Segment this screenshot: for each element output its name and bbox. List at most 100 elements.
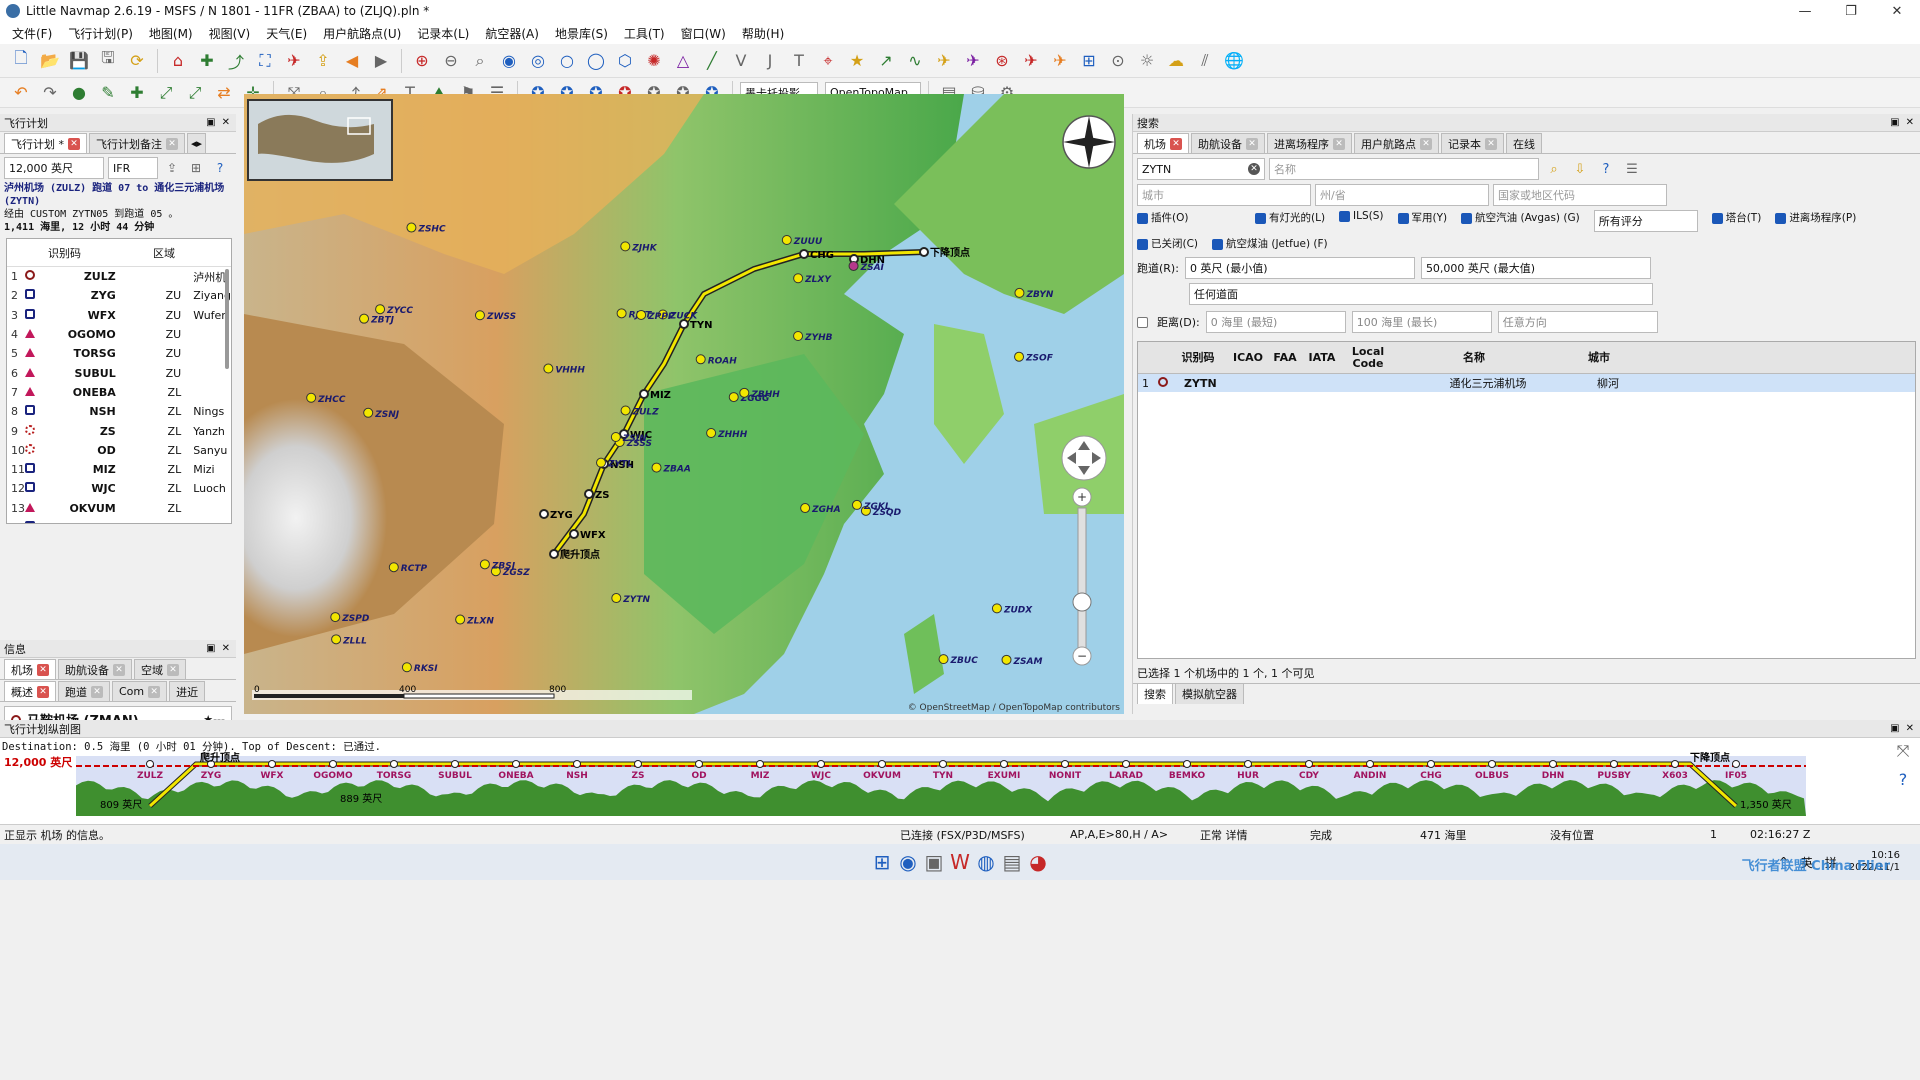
- save-icon[interactable]: 💾: [66, 48, 92, 74]
- tab-navaids[interactable]: 助航设备 ✕: [58, 659, 132, 679]
- profile-waypoint-label[interactable]: PUSBY: [1597, 771, 1631, 781]
- results-col[interactable]: 识别码: [1168, 351, 1228, 364]
- airport-marker[interactable]: [363, 407, 374, 418]
- profile-waypoint-label[interactable]: ZYG: [201, 771, 221, 781]
- checkbox[interactable]: [1339, 210, 1351, 222]
- zoom-handle[interactable]: [1072, 592, 1092, 612]
- close-tab-icon[interactable]: ✕: [148, 685, 161, 698]
- map-canvas[interactable]: 下降顶点爬升顶点CHGTYNWJCMIZNSHZSWFXZYGDHN ZBAAZ…: [244, 94, 1124, 714]
- tab-overview[interactable]: 概述 ✕: [4, 681, 56, 701]
- search-tab[interactable]: 用户航路点 ✕: [1354, 133, 1439, 153]
- search-tab[interactable]: 进离场程序 ✕: [1267, 133, 1352, 153]
- menu-aircraft[interactable]: 航空器(A): [477, 25, 547, 42]
- airport-label[interactable]: ZUDX: [1003, 605, 1033, 615]
- help-icon[interactable]: ?: [210, 158, 230, 178]
- route-waypoint[interactable]: [549, 549, 559, 559]
- profile-waypoint-marker[interactable]: [1000, 760, 1008, 768]
- profile-waypoint-marker[interactable]: [512, 760, 520, 768]
- weather-icon[interactable]: ☁: [1163, 48, 1189, 74]
- airway-route-icon[interactable]: ⤢: [182, 80, 208, 106]
- favorite-icon[interactable]: ★: [844, 48, 870, 74]
- profile-waypoint-label[interactable]: X603: [1662, 771, 1688, 781]
- table-row[interactable]: 6 SUBUL ZU: [7, 363, 231, 382]
- close-icon[interactable]: ✕: [222, 643, 230, 654]
- export-icon[interactable]: ⇪: [162, 158, 182, 178]
- wind-icon[interactable]: ⫽: [1192, 48, 1218, 74]
- table-row[interactable]: 7 ONEBA ZL: [7, 383, 231, 402]
- profile-waypoint-label[interactable]: WFX: [260, 771, 283, 781]
- profile-waypoint-marker[interactable]: [817, 760, 825, 768]
- profile-waypoint-label[interactable]: OLBUS: [1475, 771, 1509, 781]
- close-tab-icon[interactable]: ✕: [91, 685, 103, 698]
- airport-marker[interactable]: [611, 593, 622, 604]
- open-plan-icon[interactable]: 📂: [37, 48, 63, 74]
- airport-marker[interactable]: [706, 428, 717, 439]
- redo-icon[interactable]: ↷: [37, 80, 63, 106]
- trail-icon[interactable]: ∿: [902, 48, 928, 74]
- profile-waypoint-marker[interactable]: [1488, 760, 1496, 768]
- reload-icon[interactable]: ⟳: [124, 48, 150, 74]
- close-tab-icon[interactable]: ✕: [1246, 137, 1258, 150]
- route-waypoint[interactable]: [639, 389, 649, 399]
- check-avgas[interactable]: 航空汽油 (Avgas) (G): [1461, 210, 1580, 232]
- ndb-layer-icon[interactable]: ○: [554, 48, 580, 74]
- add-waypoint-icon[interactable]: ✚: [194, 48, 220, 74]
- airport-label[interactable]: ZSNJ: [374, 410, 400, 420]
- profile-waypoint-marker[interactable]: [1732, 760, 1740, 768]
- route-waypoint[interactable]: [919, 247, 929, 257]
- route-waypoint[interactable]: [539, 509, 549, 519]
- check-military[interactable]: 军用(Y): [1397, 210, 1447, 232]
- airport-marker[interactable]: [474, 310, 485, 321]
- float-icon[interactable]: ▣: [1890, 723, 1899, 734]
- online-icon[interactable]: ✈: [1018, 48, 1044, 74]
- airport-marker[interactable]: [1014, 287, 1025, 298]
- route-icon[interactable]: ⛶: [252, 48, 278, 74]
- jet-airways-icon[interactable]: J: [757, 48, 783, 74]
- airport-label[interactable]: VHHH: [555, 366, 585, 376]
- export-icon[interactable]: ⇪: [310, 48, 336, 74]
- table-row[interactable]: 2 ZYG ZU Ziyang: [7, 286, 231, 305]
- direct-icon[interactable]: ⤢: [153, 80, 179, 106]
- map-credit[interactable]: © OpenStreetMap / OpenTopoMap contributo…: [908, 703, 1121, 713]
- menu-window[interactable]: 窗口(W): [673, 25, 734, 42]
- hotair-icon[interactable]: ✈: [1047, 48, 1073, 74]
- airport-label[interactable]: ZJHK: [631, 243, 657, 253]
- close-button[interactable]: ✕: [1874, 4, 1920, 19]
- close-tab-icon[interactable]: ✕: [1420, 137, 1432, 150]
- profile-waypoint-label[interactable]: MIZ: [751, 771, 770, 781]
- profile-waypoint-label[interactable]: HUR: [1237, 771, 1259, 781]
- search-map-icon[interactable]: ⌕: [467, 48, 493, 74]
- route-waypoint[interactable]: [799, 249, 809, 259]
- profile-waypoint-label[interactable]: DHN: [1542, 771, 1565, 781]
- check-addon[interactable]: 插件(O): [1137, 210, 1241, 232]
- menu-help[interactable]: 帮助(H): [734, 25, 792, 42]
- airways-layer-icon[interactable]: ╱: [699, 48, 725, 74]
- tab-com[interactable]: Com ✕: [112, 681, 168, 701]
- float-icon[interactable]: ▣: [206, 643, 215, 654]
- profile-chart[interactable]: ZULZ ZYG WFX OGOMO TORSG SUBUL ONEBA NSH ZS OD MIZ…: [0, 752, 1820, 824]
- cruise-altitude-spin[interactable]: 12,000 英尺: [4, 157, 104, 179]
- check-jetfuel[interactable]: 航空煤油 (Jetfue) (F): [1212, 236, 1328, 251]
- airport-label[interactable]: ZWSS: [486, 312, 516, 322]
- airport-marker[interactable]: [781, 234, 792, 245]
- chrome-icon[interactable]: ◕: [1025, 849, 1051, 875]
- profile-waypoint-marker[interactable]: [756, 760, 764, 768]
- profile-waypoint-label[interactable]: EXUMI: [988, 771, 1021, 781]
- rating-select[interactable]: 所有评分: [1593, 210, 1698, 232]
- results-col[interactable]: 城市: [1554, 351, 1644, 364]
- tab-airspace[interactable]: 空域 ✕: [134, 659, 186, 679]
- tracks-icon[interactable]: T: [786, 48, 812, 74]
- tab-flightplan-notes[interactable]: 飞行计划备注 ✕: [89, 133, 185, 153]
- airport-label[interactable]: ZYTN: [622, 595, 650, 605]
- tab-airport[interactable]: 机场 ✕: [4, 659, 56, 679]
- airport-marker[interactable]: [596, 457, 607, 468]
- profile-waypoint-label[interactable]: ZS: [631, 771, 644, 781]
- checkbox[interactable]: [1461, 212, 1473, 224]
- airport-marker[interactable]: [991, 603, 1002, 614]
- airport-label[interactable]: ZLXY: [804, 275, 832, 285]
- close-tab-icon[interactable]: ✕: [37, 685, 49, 698]
- table-row[interactable]: 8 NSH ZL Nings: [7, 402, 231, 421]
- profile-waypoint-marker[interactable]: [1671, 760, 1679, 768]
- profile-waypoint-marker[interactable]: [1305, 760, 1313, 768]
- airport-label[interactable]: ZSOF: [1025, 354, 1054, 364]
